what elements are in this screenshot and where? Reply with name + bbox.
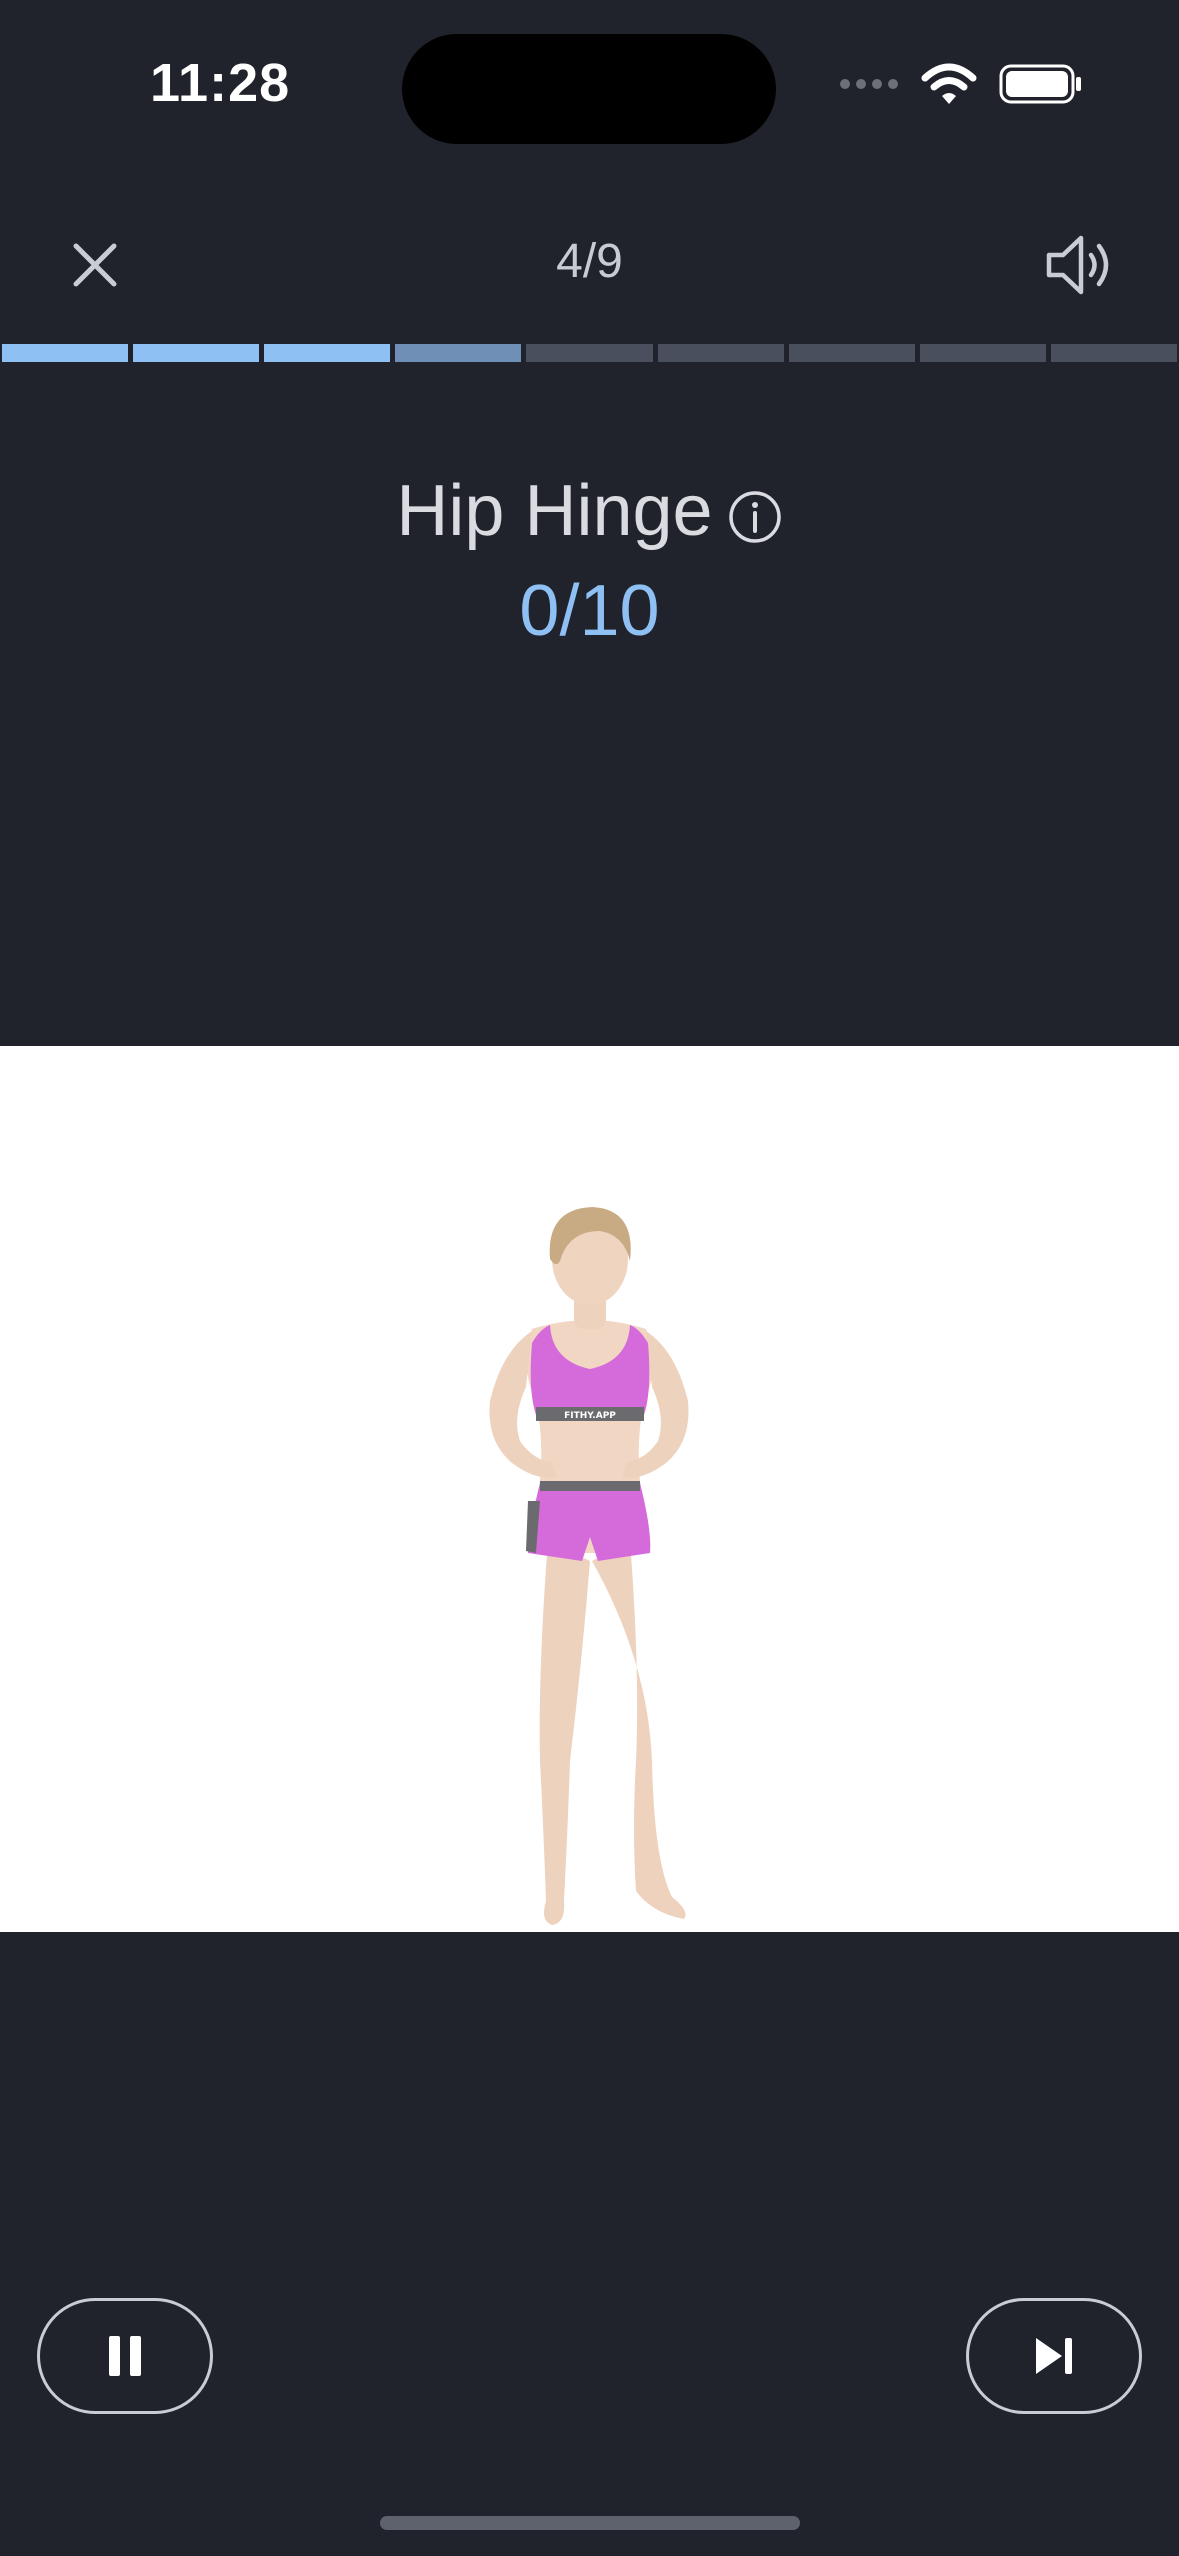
pause-button[interactable] xyxy=(37,2298,213,2414)
exercise-figure: FITHY.APP xyxy=(489,1207,689,1925)
rep-counter: 0/10 xyxy=(519,571,660,651)
status-bar: 11:28 xyxy=(0,0,1179,180)
status-icons xyxy=(839,62,1083,106)
workout-header: 4/9 xyxy=(0,200,1179,320)
speaker-icon xyxy=(1046,235,1109,295)
skip-next-icon xyxy=(1036,2338,1072,2374)
home-indicator xyxy=(380,2516,800,2530)
signal-dots-icon xyxy=(840,79,898,89)
progress-segment xyxy=(264,344,391,362)
exercise-title: Hip Hinge xyxy=(396,471,713,551)
exercise-info: Hip Hinge 0/10 xyxy=(0,470,1179,652)
exercise-title-row: Hip Hinge xyxy=(396,470,782,552)
progress-segment xyxy=(657,344,784,362)
battery-icon xyxy=(999,64,1081,104)
progress-segment-current xyxy=(395,344,522,362)
progress-segment xyxy=(788,344,915,362)
pause-icon xyxy=(109,2336,141,2376)
logo-text: FITHY.APP xyxy=(564,1411,616,1421)
info-icon[interactable] xyxy=(727,489,783,545)
step-counter: 4/9 xyxy=(556,235,623,288)
exercise-animation: FITHY.APP xyxy=(0,1046,1179,1932)
wifi-icon xyxy=(921,63,977,104)
progress-segment xyxy=(2,344,129,362)
workout-progress-bar xyxy=(2,344,1177,362)
skip-next-button[interactable] xyxy=(966,2298,1142,2414)
dynamic-island xyxy=(402,34,776,144)
progress-segment xyxy=(1050,344,1177,362)
status-time: 11:28 xyxy=(150,53,291,113)
sound-toggle-button[interactable] xyxy=(1043,228,1119,302)
progress-segment xyxy=(919,344,1046,362)
progress-segment xyxy=(526,344,653,362)
progress-segment xyxy=(133,344,260,362)
